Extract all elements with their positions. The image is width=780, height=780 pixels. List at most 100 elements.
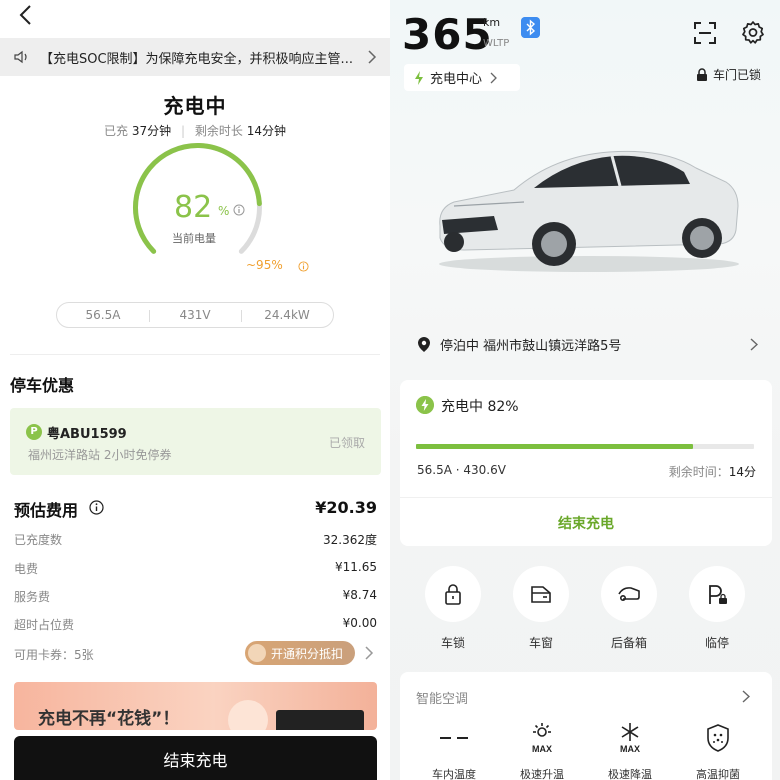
parking-section-title: 停车优惠 bbox=[10, 376, 75, 395]
control-label: 车窗 bbox=[528, 636, 553, 650]
remaining-time: 剩余时间：14分 bbox=[669, 463, 756, 480]
svg-text:MAX: MAX bbox=[620, 744, 640, 754]
coupon-status: 已领取 bbox=[328, 436, 365, 450]
lock-status-label: 车门已锁 bbox=[713, 68, 762, 82]
smart-ac-card: 智能空调 车内温度 MAX 极速升温 MAX 极速降温 高温抑菌 bbox=[400, 672, 772, 780]
parking-p-icon: P bbox=[26, 424, 42, 440]
fee-title: 预估费用 bbox=[14, 501, 79, 520]
chevron-right-icon[interactable] bbox=[742, 690, 750, 703]
charging-stats: 56.5A 431V 24.4kW bbox=[56, 302, 334, 328]
remaining-label: 剩余时长 bbox=[194, 124, 243, 138]
notice-bar[interactable]: 【充电SOC限制】为保障充电安全，并积极响应主管... bbox=[0, 38, 390, 76]
range-unit: km bbox=[483, 16, 501, 29]
control-button[interactable] bbox=[513, 566, 569, 622]
control-label: 临停 bbox=[704, 636, 729, 650]
ac-temperature[interactable]: 车内温度 bbox=[414, 722, 494, 780]
range-standard: WLTP bbox=[483, 38, 510, 49]
ac-max-cool[interactable]: MAX 极速降温 bbox=[590, 722, 670, 780]
coupon-description: 福州远洋路站 2小时免停券 bbox=[28, 448, 172, 462]
lock-icon bbox=[445, 584, 461, 605]
fee-row-value: 32.362度 bbox=[323, 533, 377, 547]
page-title: 充电中 bbox=[163, 94, 227, 118]
fee-row-label: 已充度数 bbox=[14, 533, 63, 547]
fee-total: ¥20.39 bbox=[315, 498, 377, 517]
charged-duration: 37分钟 bbox=[131, 124, 172, 138]
window-icon bbox=[531, 586, 551, 603]
charged-label: 已充 bbox=[104, 124, 129, 138]
control-trunk[interactable]: 后备箱 bbox=[600, 566, 658, 651]
charging-detail-panel: 【充电SOC限制】为保障充电安全，并积极响应主管... 充电中 已充 37分钟 … bbox=[0, 0, 390, 780]
sterilize-icon bbox=[707, 724, 729, 752]
remaining-time-value: 14分 bbox=[728, 465, 756, 479]
power-stat: 24.4kW bbox=[241, 308, 333, 322]
ac-item-label: 车内温度 bbox=[432, 768, 476, 780]
points-redeem-button[interactable]: 开通积分抵扣 bbox=[245, 641, 355, 665]
available-coupons[interactable]: 可用卡券：5张 bbox=[14, 646, 94, 663]
ac-title[interactable]: 智能空调 bbox=[416, 688, 468, 707]
charge-center-label: 充电中心 bbox=[430, 72, 483, 87]
control-lock[interactable]: 车锁 bbox=[424, 566, 482, 651]
soc-value: 82 bbox=[174, 190, 213, 225]
info-icon[interactable] bbox=[233, 204, 245, 216]
current-voltage: 56.5A · 430.6V bbox=[417, 463, 506, 477]
fee-info-icon[interactable] bbox=[89, 500, 104, 515]
chevron-right-icon bbox=[750, 338, 758, 351]
promo-banner[interactable]: 充电不再“花钱”！ bbox=[14, 682, 377, 730]
scan-icon[interactable] bbox=[694, 22, 716, 44]
speaker-icon bbox=[14, 50, 27, 64]
current-stat: 56.5A bbox=[85, 308, 121, 322]
ac-sterilize[interactable]: 高温抑菌 bbox=[678, 722, 758, 780]
soc-unit: % bbox=[218, 204, 230, 218]
ac-item-label: 高温抑菌 bbox=[696, 768, 740, 780]
location-label: 停泊中 福州市鼓山镇远洋路5号 bbox=[440, 338, 622, 354]
fee-row: 超时占位费 ¥0.00 bbox=[14, 616, 377, 633]
charging-status: 充电中 82% bbox=[441, 399, 519, 415]
ac-max-heat[interactable]: MAX 极速升温 bbox=[502, 722, 582, 780]
bluetooth-icon[interactable] bbox=[521, 17, 540, 38]
back-arrow-icon[interactable] bbox=[16, 4, 36, 26]
max-heat-icon: MAX bbox=[532, 723, 552, 754]
limit-info-icon[interactable] bbox=[298, 261, 309, 272]
control-button[interactable] bbox=[601, 566, 657, 622]
parking-location[interactable]: 停泊中 福州市鼓山镇远洋路5号 bbox=[400, 324, 770, 364]
ac-item-label: 极速降温 bbox=[608, 768, 652, 780]
stop-charging-button[interactable]: 结束充电 bbox=[400, 513, 772, 533]
car-image bbox=[439, 150, 739, 272]
chevron-right-icon bbox=[368, 50, 377, 64]
svg-text:MAX: MAX bbox=[532, 744, 552, 754]
banner-decoration bbox=[228, 700, 268, 730]
charging-card: 充电中 82% 56.5A · 430.6V 剩余时间：14分 结束充电 bbox=[400, 380, 772, 546]
fee-row: 电费 ¥11.65 bbox=[14, 560, 377, 577]
gear-icon[interactable] bbox=[741, 20, 765, 44]
range-value: 365 bbox=[402, 10, 493, 59]
location-pin-icon bbox=[418, 336, 430, 352]
fee-row: 已充度数 32.362度 bbox=[14, 531, 377, 548]
divider bbox=[400, 497, 772, 498]
control-temporary-parking[interactable]: 临停 bbox=[688, 566, 746, 651]
soc-limit: ~95% bbox=[246, 258, 283, 272]
notice-text: 【充电SOC限制】为保障充电安全，并积极响应主管... bbox=[40, 51, 353, 67]
end-charging-button[interactable]: 结束充电 bbox=[14, 736, 377, 780]
trunk-icon bbox=[618, 587, 640, 602]
control-window[interactable]: 车窗 bbox=[512, 566, 570, 651]
fee-row-label: 电费 bbox=[14, 562, 39, 576]
remaining-duration: 14分钟 bbox=[246, 124, 286, 138]
charge-time-summary: 已充 37分钟 | 剩余时长 14分钟 bbox=[104, 124, 286, 138]
charging-progress-bar bbox=[416, 444, 754, 449]
fee-row-label: 超时占位费 bbox=[14, 618, 75, 632]
divider bbox=[10, 354, 380, 355]
banner-text: 充电不再“花钱”！ bbox=[38, 709, 180, 729]
license-plate: 粤ABU1599 bbox=[47, 427, 127, 442]
charging-bolt-icon bbox=[416, 396, 434, 414]
control-button[interactable] bbox=[689, 566, 745, 622]
control-button[interactable] bbox=[425, 566, 481, 622]
points-redeem-label: 开通积分抵扣 bbox=[271, 646, 344, 661]
fee-row-label: 服务费 bbox=[14, 590, 51, 604]
parking-coupon[interactable]: P 粤ABU1599 福州远洋路站 2小时免停券 已领取 bbox=[10, 408, 381, 475]
banner-button bbox=[276, 710, 364, 730]
charge-center-button[interactable]: 充电中心 bbox=[404, 64, 520, 91]
points-icon bbox=[248, 644, 266, 662]
chevron-right-icon[interactable] bbox=[364, 646, 374, 660]
max-cool-icon: MAX bbox=[620, 723, 640, 754]
remaining-time-label: 剩余时间： bbox=[668, 465, 729, 479]
